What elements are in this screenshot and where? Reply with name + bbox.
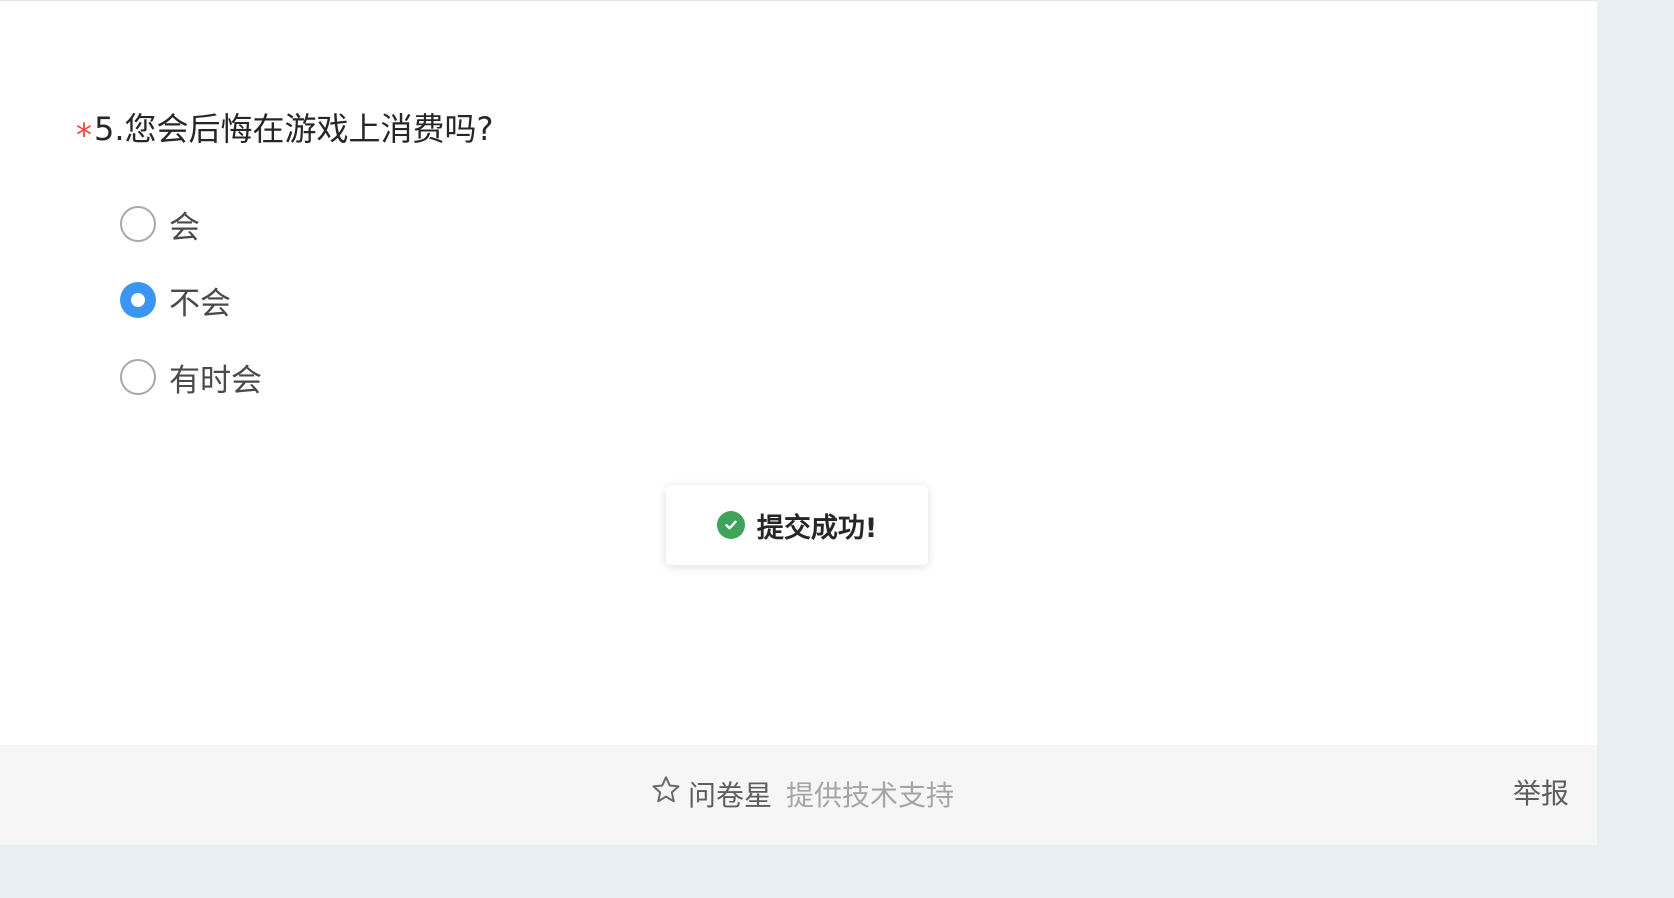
required-mark: * [76,116,92,154]
option-label: 会 [169,209,200,246]
brand-name: 问卷星 [688,779,773,812]
option-youshihui[interactable]: 有时会 [120,357,262,399]
report-link[interactable]: 举报 [1513,771,1569,817]
toast-message: 提交成功! [756,512,878,544]
page: *5.您会后悔在游戏上消费吗? 会 不会 有时会 提交成功! 问卷星 提供技术支… [0,0,1597,898]
brand[interactable]: 问卷星 提供技术支持 [650,771,954,817]
option-label: 不会 [169,285,231,322]
question-text: 5.您会后悔在游戏上消费吗? [94,110,494,148]
check-circle-icon [716,511,745,539]
success-toast: 提交成功! [666,485,928,565]
radio-button-selected[interactable] [120,282,156,318]
radio-button[interactable] [120,206,156,242]
option-buhui[interactable]: 不会 [120,280,231,322]
option-hui[interactable]: 会 [120,204,200,246]
star-icon [650,774,682,806]
radio-button[interactable] [120,359,156,395]
question-title: *5.您会后悔在游戏上消费吗? [76,107,494,154]
survey-card: *5.您会后悔在游戏上消费吗? 会 不会 有时会 提交成功! [0,0,1597,745]
brand-tagline: 提供技术支持 [786,779,955,812]
footer: 问卷星 提供技术支持 举报 [0,745,1597,845]
option-label: 有时会 [169,362,262,399]
